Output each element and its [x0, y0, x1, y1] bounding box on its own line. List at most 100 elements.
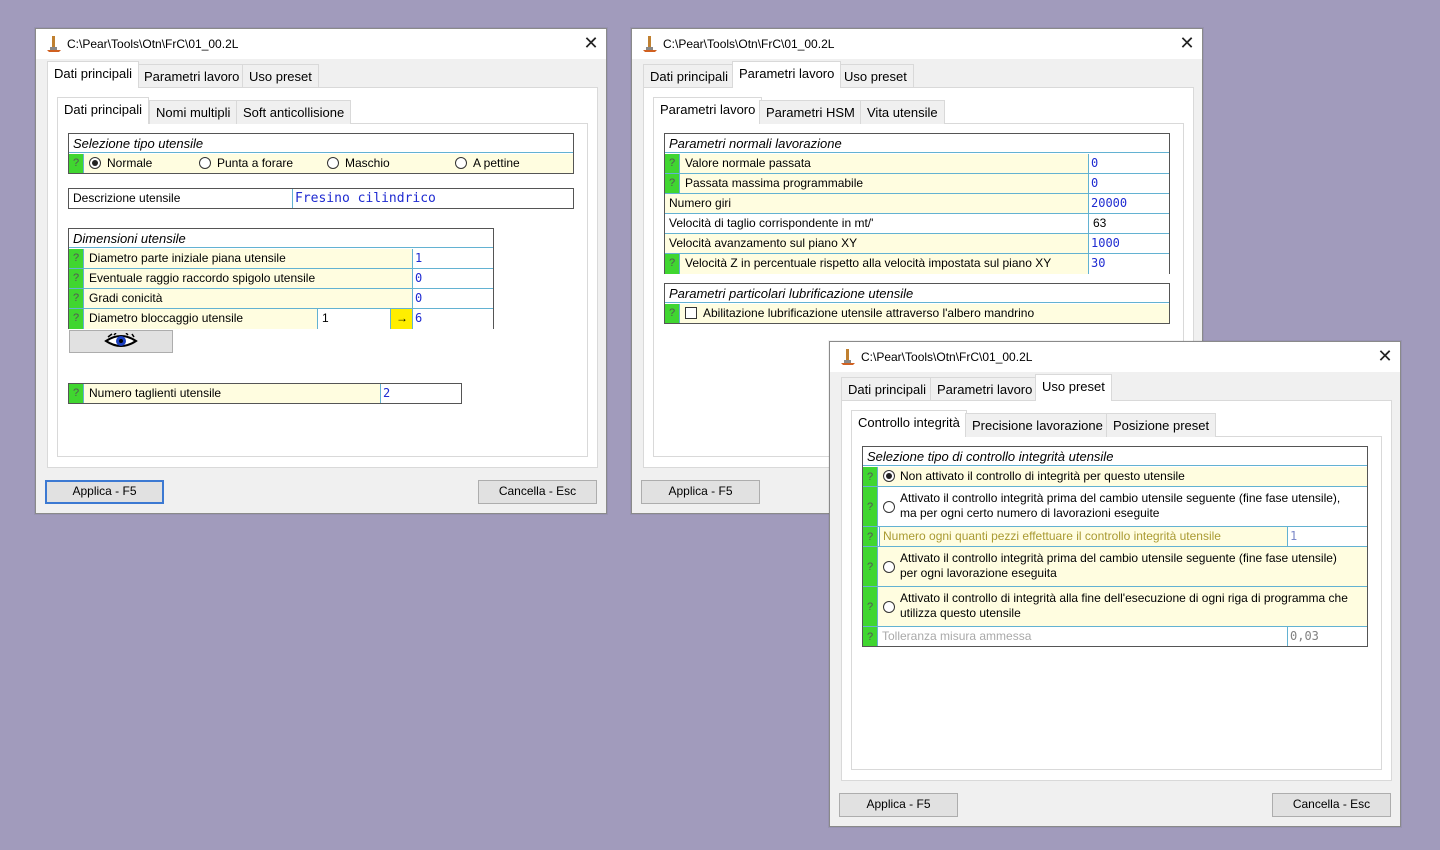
help-icon[interactable]: ? — [863, 587, 878, 626]
option-row: ? Tolleranza misura ammessa 0,03 — [863, 627, 1367, 646]
tab-uso-preset[interactable]: Uso preset — [837, 64, 914, 88]
dimension-row: ? Eventuale raggio raccordo spigolo uten… — [69, 269, 493, 289]
tab-dati-principali[interactable]: Dati principali — [643, 64, 736, 88]
value-input[interactable]: 6 — [412, 309, 493, 329]
apply-button[interactable]: Applica - F5 — [45, 480, 164, 504]
radio-label: Maschio — [345, 156, 390, 170]
apply-button[interactable]: Applica - F5 — [839, 793, 958, 817]
radio-a-pettine[interactable] — [455, 157, 467, 169]
param-row: Numero giri 20000 — [665, 194, 1169, 214]
radio-each-operation[interactable] — [883, 561, 895, 573]
option-row: ? Numero ogni quanti pezzi effettuare il… — [863, 527, 1367, 547]
help-icon[interactable]: ? — [665, 154, 680, 173]
arrow-right-icon[interactable]: → — [390, 309, 413, 329]
option-label: Attivato il controllo di integrità alla … — [900, 591, 1348, 605]
radio-punta-a-forare[interactable] — [199, 157, 211, 169]
subtab-nomi-multipli[interactable]: Nomi multipli — [149, 100, 238, 124]
row-label: Numero giri — [669, 196, 732, 210]
value-input[interactable]: 30 — [1088, 254, 1169, 274]
help-icon[interactable]: ? — [69, 309, 84, 329]
radio-normale[interactable] — [89, 157, 101, 169]
value-input[interactable]: 1000 — [1088, 234, 1169, 253]
subtab-controllo-integrita[interactable]: Controllo integrità — [851, 410, 967, 437]
value-input[interactable]: 0 — [1088, 174, 1169, 193]
lubrication-group: Parametri particolari lubrificazione ute… — [664, 283, 1170, 324]
cancel-button[interactable]: Cancella - Esc — [478, 480, 597, 504]
help-icon[interactable]: ? — [863, 627, 878, 646]
help-icon[interactable]: ? — [863, 487, 878, 526]
close-icon[interactable]: ✕ — [576, 29, 606, 59]
value-input[interactable]: 20000 — [1088, 194, 1169, 213]
subtab-parametri-hsm[interactable]: Parametri HSM — [759, 100, 862, 124]
title-bar[interactable]: C:\Pear\Tools\Otn\FrC\01_00.2L ✕ — [830, 342, 1400, 372]
radio-maschio[interactable] — [327, 157, 339, 169]
subtab-soft-anticollisione[interactable]: Soft anticollisione — [236, 100, 352, 124]
row-label: Gradi conicità — [89, 291, 163, 305]
help-icon[interactable]: ? — [665, 254, 680, 274]
value-input[interactable]: 0 — [412, 289, 493, 308]
tab-uso-preset[interactable]: Uso preset — [1035, 374, 1112, 401]
help-icon[interactable]: ? — [69, 289, 84, 308]
subtab-parametri-lavoro[interactable]: Parametri lavoro — [653, 97, 763, 124]
help-icon[interactable]: ? — [863, 527, 878, 546]
radio-row: ? Normale Punta a forare Maschio A petti… — [69, 154, 573, 173]
radio-not-activated[interactable] — [883, 470, 895, 482]
tab-dati-principali[interactable]: Dati principali — [841, 377, 934, 401]
param-row: Velocità di taglio corrispondente in mt/… — [665, 214, 1169, 234]
group-header: Parametri normali lavorazione — [665, 134, 1169, 153]
option-row: ? Attivato il controllo di integrità all… — [863, 587, 1367, 627]
title-bar[interactable]: C:\Pear\Tools\Otn\FrC\01_00.2L ✕ — [36, 29, 606, 59]
value-input[interactable]: 1 — [412, 249, 493, 268]
dimensions-group: Dimensioni utensile ? Diametro parte ini… — [68, 228, 494, 329]
tolerance-input[interactable]: 0,03 — [1287, 627, 1367, 646]
help-icon[interactable]: ? — [69, 154, 84, 173]
tab-dati-principali[interactable]: Dati principali — [47, 61, 140, 88]
description-label: Descrizione utensile — [73, 191, 181, 205]
row-label: Velocità Z in percentuale rispetto alla … — [685, 256, 1052, 270]
diameter-input[interactable]: 1 — [317, 309, 390, 329]
apply-button[interactable]: Applica - F5 — [641, 480, 760, 504]
help-icon[interactable]: ? — [69, 269, 84, 288]
value-input[interactable]: 0 — [412, 269, 493, 288]
help-icon[interactable]: ? — [665, 174, 680, 193]
normal-params-group: Parametri normali lavorazione ? Valore n… — [664, 133, 1170, 274]
window-title: C:\Pear\Tools\Otn\FrC\01_00.2L — [663, 37, 835, 51]
option-row: ? Attivato il controllo integrità prima … — [863, 547, 1367, 587]
lubrication-checkbox[interactable] — [685, 307, 697, 319]
group-header: Dimensioni utensile — [69, 229, 493, 248]
cutting-edges-input[interactable]: 2 — [380, 384, 461, 403]
lubrication-row: ? Abilitazione lubrificazione utensile a… — [665, 304, 1169, 323]
subtab-posizione-preset[interactable]: Posizione preset — [1106, 413, 1217, 437]
radio-each-program-line[interactable] — [883, 601, 895, 613]
tab-uso-preset[interactable]: Uso preset — [242, 64, 319, 88]
tolerance-label: Tolleranza misura ammessa — [882, 629, 1032, 643]
param-row: Velocità avanzamento sul piano XY 1000 — [665, 234, 1169, 254]
help-icon[interactable]: ? — [69, 249, 84, 268]
preview-button[interactable] — [69, 330, 173, 353]
radio-label: A pettine — [473, 156, 520, 170]
description-input[interactable]: Fresino cilindrico — [292, 189, 573, 208]
row-label: Diametro parte iniziale piana utensile — [89, 251, 286, 265]
row-label: Numero taglienti utensile — [89, 386, 222, 400]
count-input[interactable]: 1 — [1287, 527, 1367, 546]
close-icon[interactable]: ✕ — [1370, 342, 1400, 372]
app-icon — [47, 36, 61, 52]
cancel-button[interactable]: Cancella - Esc — [1272, 793, 1391, 817]
tab-parametri-lavoro[interactable]: Parametri lavoro — [137, 64, 247, 88]
tab-parametri-lavoro[interactable]: Parametri lavoro — [732, 61, 842, 88]
subtab-precisione-lavorazione[interactable]: Precisione lavorazione — [965, 413, 1110, 437]
help-icon[interactable]: ? — [665, 304, 680, 323]
help-icon[interactable]: ? — [863, 467, 878, 486]
tab-parametri-lavoro[interactable]: Parametri lavoro — [930, 377, 1040, 401]
subtab-vita-utensile[interactable]: Vita utensile — [860, 100, 945, 124]
subtab-dati-principali[interactable]: Dati principali — [57, 97, 150, 124]
help-icon[interactable]: ? — [69, 384, 84, 403]
param-row: ? Valore normale passata 0 — [665, 154, 1169, 174]
close-icon[interactable]: ✕ — [1172, 29, 1202, 59]
tool-type-group: Selezione tipo utensile ? Normale Punta … — [68, 133, 574, 174]
value-input[interactable]: 0 — [1088, 154, 1169, 173]
help-icon[interactable]: ? — [863, 547, 878, 586]
title-bar[interactable]: C:\Pear\Tools\Otn\FrC\01_00.2L ✕ — [632, 29, 1202, 59]
radio-per-count[interactable] — [883, 501, 895, 513]
app-icon — [643, 36, 657, 52]
